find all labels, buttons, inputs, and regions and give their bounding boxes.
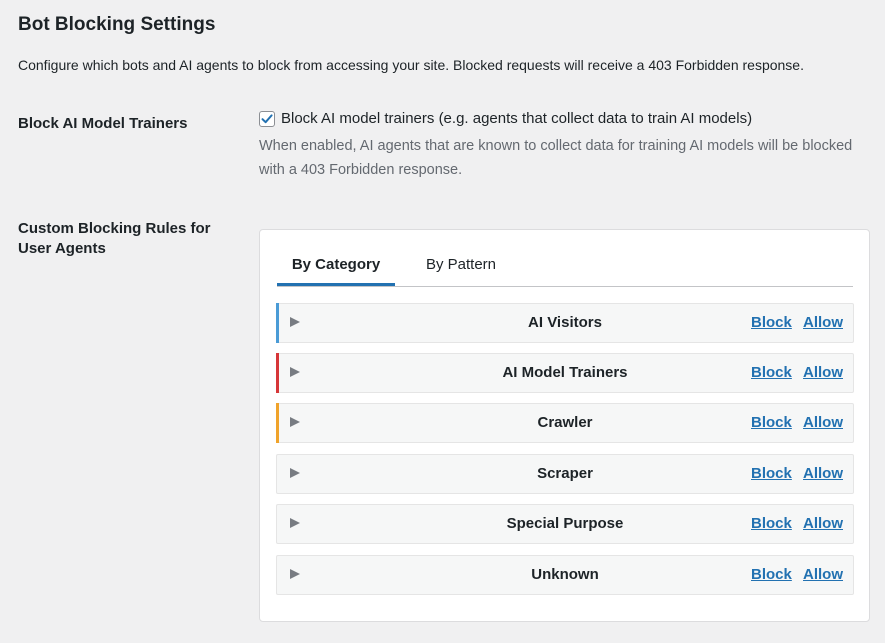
category-row: AI Model Trainers Block Allow (276, 353, 854, 393)
block-trainers-help-text: When enabled, AI agents that are known t… (259, 138, 853, 178)
allow-link[interactable]: Allow (803, 566, 843, 583)
block-link[interactable]: Block (751, 465, 792, 482)
block-trainers-label: Block AI Model Trainers (18, 115, 188, 132)
category-row: Unknown Block Allow (276, 555, 854, 595)
block-link[interactable]: Block (751, 364, 792, 381)
allow-link[interactable]: Allow (803, 414, 843, 431)
block-link[interactable]: Block (751, 515, 792, 532)
custom-rules-label: Custom Blocking Rules for User Agents (18, 220, 211, 257)
block-link[interactable]: Block (751, 414, 792, 431)
block-link[interactable]: Block (751, 566, 792, 583)
allow-link[interactable]: Allow (803, 465, 843, 482)
block-trainers-checkbox-row[interactable]: Block AI model trainers (e.g. agents tha… (259, 110, 752, 127)
block-trainers-checkbox-label: Block AI model trainers (e.g. agents tha… (281, 110, 753, 127)
checkmark-icon (261, 113, 273, 123)
category-row: Special Purpose Block Allow (276, 504, 854, 544)
category-row: AI Visitors Block Allow (276, 303, 854, 343)
custom-rules-panel: By Category By Pattern AI Visitors Block… (259, 229, 870, 622)
tab-bar: By Category By Pattern (277, 252, 853, 287)
tab-by-category[interactable]: By Category (277, 252, 395, 286)
category-row: Crawler Block Allow (276, 403, 854, 443)
allow-link[interactable]: Allow (803, 515, 843, 532)
page-title: Bot Blocking Settings (18, 14, 216, 35)
block-link[interactable]: Block (751, 314, 792, 331)
allow-link[interactable]: Allow (803, 314, 843, 331)
allow-link[interactable]: Allow (803, 364, 843, 381)
category-row: Scraper Block Allow (276, 454, 854, 494)
page-description: Configure which bots and AI agents to bl… (18, 57, 804, 73)
block-trainers-checkbox[interactable] (259, 110, 275, 127)
tab-by-pattern[interactable]: By Pattern (413, 252, 509, 286)
